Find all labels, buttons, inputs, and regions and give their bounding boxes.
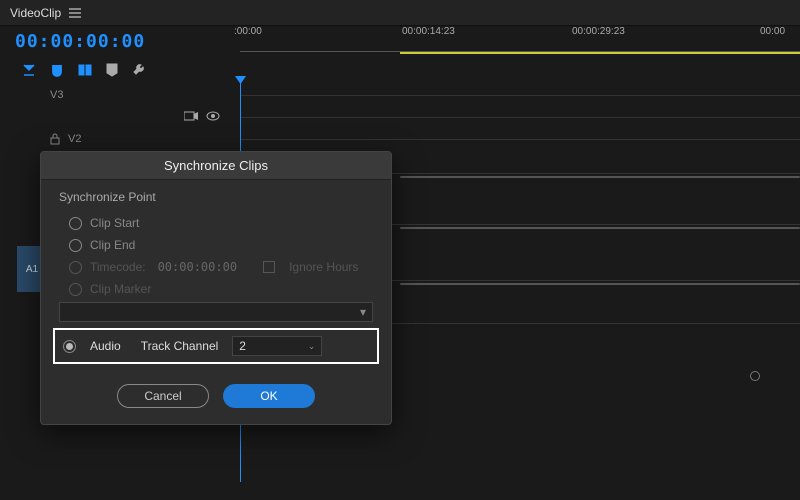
linked-selection-icon[interactable] bbox=[78, 63, 92, 77]
dialog-section-label: Synchronize Point bbox=[59, 190, 373, 204]
chevron-down-icon: ▾ bbox=[360, 305, 366, 319]
audio-clip-2[interactable]: fx L R bbox=[400, 283, 800, 285]
track-v3-row: V3 bbox=[0, 84, 800, 106]
clip-marker-dropdown: ▾ bbox=[59, 302, 373, 322]
snap-icon[interactable] bbox=[50, 63, 64, 77]
time-ruler[interactable]: :00:00 00:00:14:23 00:00:29:23 00:00 bbox=[240, 26, 800, 56]
track-toggle-row bbox=[0, 106, 800, 128]
checkbox-label: Ignore Hours bbox=[289, 260, 358, 274]
track-label[interactable]: V3 bbox=[50, 89, 63, 101]
current-timecode[interactable]: 00:00:00:00 bbox=[15, 31, 145, 52]
dialog-title: Synchronize Clips bbox=[41, 152, 391, 180]
radio-label[interactable]: Audio bbox=[90, 339, 121, 353]
track-spacer-body bbox=[240, 117, 800, 118]
track-v2-body[interactable] bbox=[240, 139, 800, 140]
toggle-output-icon[interactable] bbox=[184, 111, 198, 124]
ruler-mark: 00:00 bbox=[760, 26, 785, 37]
zoom-in-handle[interactable] bbox=[750, 371, 760, 381]
settings-wrench-icon[interactable] bbox=[132, 63, 146, 77]
insert-overwrite-icon[interactable] bbox=[22, 63, 36, 77]
radio-icon-selected[interactable] bbox=[63, 340, 76, 353]
ruler-mark: 00:00:29:23 bbox=[572, 26, 625, 37]
chevron-down-icon: ⌄ bbox=[308, 341, 316, 352]
radio-icon bbox=[69, 261, 82, 274]
lock-icon[interactable] bbox=[50, 133, 60, 145]
track-channel-dropdown[interactable]: 2 ⌄ bbox=[232, 336, 322, 356]
panel-menu-icon[interactable] bbox=[69, 8, 81, 18]
timecode-field: 00:00:00:00 bbox=[158, 260, 237, 274]
ruler-mark: :00:00 bbox=[234, 26, 262, 37]
radio-icon bbox=[69, 217, 82, 230]
track-label[interactable]: V2 bbox=[68, 133, 81, 145]
ruler-mark: 00:00:14:23 bbox=[402, 26, 455, 37]
radio-label: Clip Start bbox=[90, 216, 139, 230]
cancel-button[interactable]: Cancel bbox=[117, 384, 209, 408]
marker-icon[interactable] bbox=[106, 63, 118, 77]
radio-label: Clip End bbox=[90, 238, 135, 252]
audio-sync-row-highlight: Audio Track Channel 2 ⌄ bbox=[53, 328, 379, 364]
radio-icon bbox=[69, 239, 82, 252]
audio-clip-1[interactable]: fx L R bbox=[400, 227, 800, 229]
panel-title: VideoClip bbox=[10, 6, 61, 20]
toggle-visibility-icon[interactable] bbox=[206, 111, 220, 124]
dropdown-value: 2 bbox=[239, 339, 246, 353]
timeline-toolbar: /*minor ticks drawn via repeated spans b… bbox=[0, 56, 800, 84]
synchronize-clips-dialog: Synchronize Clips Synchronize Point Clip… bbox=[40, 151, 392, 425]
work-area-bar[interactable] bbox=[400, 52, 800, 54]
track-v3-body[interactable] bbox=[240, 95, 800, 96]
radio-label: Timecode: bbox=[90, 260, 146, 274]
ruler-ticks: /*minor ticks drawn via repeated spans b… bbox=[240, 55, 800, 85]
ok-button[interactable]: OK bbox=[223, 384, 315, 408]
track-channel-label: Track Channel bbox=[141, 339, 219, 353]
radio-clip-start[interactable]: Clip Start bbox=[59, 212, 373, 234]
radio-clip-marker: Clip Marker bbox=[59, 278, 373, 300]
video-clip[interactable]: fx VideoClip.MP4 [V] bbox=[400, 176, 800, 178]
radio-label: Clip Marker bbox=[90, 282, 151, 296]
radio-clip-end[interactable]: Clip End bbox=[59, 234, 373, 256]
checkbox-ignore-hours bbox=[263, 261, 275, 273]
track-v2-row: V2 bbox=[0, 128, 800, 150]
timecode-row: 00:00:00:00 :00:00 00:00:14:23 00:00:29:… bbox=[0, 26, 800, 56]
timeline-area: 00:00:00:00 :00:00 00:00:14:23 00:00:29:… bbox=[0, 26, 800, 500]
radio-icon bbox=[69, 283, 82, 296]
radio-timecode: Timecode: 00:00:00:00 Ignore Hours bbox=[59, 256, 373, 278]
panel-header: VideoClip bbox=[0, 0, 800, 26]
